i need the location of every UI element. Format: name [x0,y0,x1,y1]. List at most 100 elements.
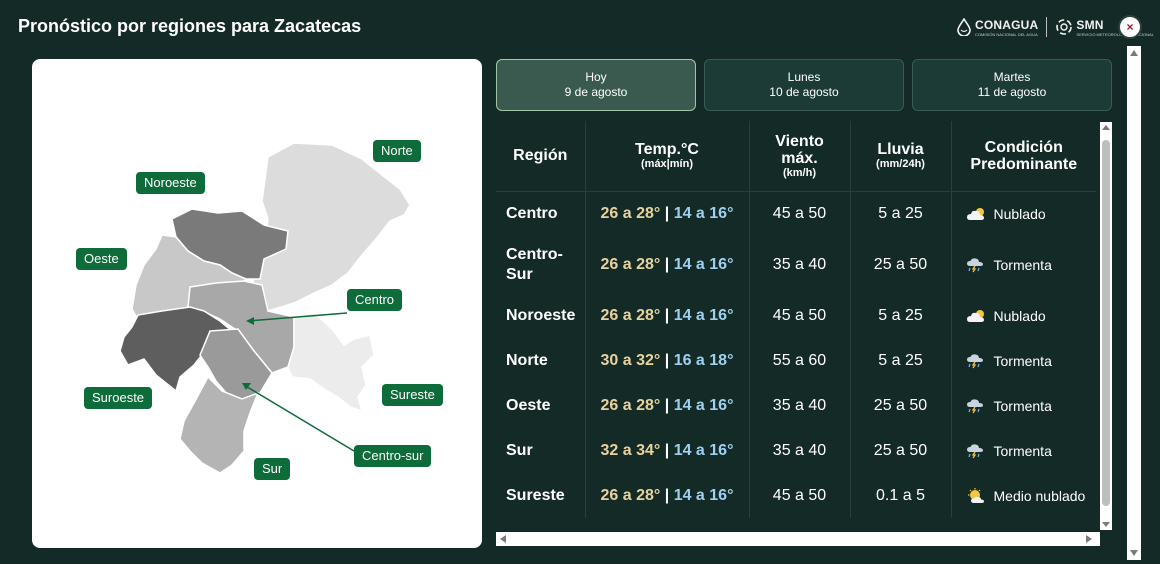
temp-cell: 26 a 28° | 14 a 16° [585,191,750,236]
condition-label: Tormenta [993,256,1052,273]
region-name: Sur [506,441,533,459]
temp-min: 16 a 18° [673,351,734,369]
temp-separator: | [660,486,674,504]
page-scrollbar[interactable] [1127,46,1141,560]
condition-label: Tormenta [993,442,1052,459]
rain-cell: 25 a 50 [850,428,952,473]
map-region-sureste[interactable] [287,312,375,413]
region-name: Centro- [506,245,563,263]
rain-cell: 5 a 25 [850,338,952,383]
map-label-sur[interactable]: Sur [254,458,291,480]
temp-min: 14 a 16° [673,441,734,459]
rain-cell: 0.1 a 5 [850,473,952,518]
region-name-line2: Sur [506,265,533,283]
scroll-left-arrow-icon[interactable] [500,535,506,543]
table-horizontal-scrollbar[interactable] [496,532,1100,546]
tab-date-label: 10 de agosto [769,85,839,99]
region-name: Sureste [506,486,565,504]
storm-icon [966,353,988,369]
storm-icon [966,443,988,459]
temp-min: 14 a 16° [673,306,734,324]
storm-icon [966,398,988,414]
table-row: Norte 30 a 32° | 16 a 18° 55 a 60 5 a 25 Tor… [496,338,1096,383]
table-row: Sur 32 a 34° | 14 a 16° 35 a 40 25 a 50 Torm… [496,428,1096,473]
region-cell: Sur [496,428,586,473]
logo-divider [1046,17,1048,37]
tab-martes[interactable]: Martes 11 de agosto [912,59,1112,111]
condition-cell: Tormenta [951,338,1096,383]
smn-swirl-icon [1056,19,1073,35]
table-vertical-scrollbar[interactable] [1100,122,1112,530]
temp-max: 26 a 28° [600,306,661,324]
condition-cell: Tormenta [951,383,1096,428]
scroll-up-arrow-icon[interactable] [1130,50,1138,56]
temp-max: 30 a 32° [600,351,661,369]
map-label-centro[interactable]: Centro [347,289,403,311]
table-row: Noroeste 26 a 28° | 14 a 16° 45 a 50 5 a 25… [496,293,1096,338]
scroll-right-arrow-icon[interactable] [1086,535,1092,543]
region-name: Norte [506,351,548,369]
table-header-row: Región Temp.°C (máx|mín) Viento máx. (km/h)… [496,121,1096,192]
map-label-suroeste[interactable]: Suroeste [84,387,153,409]
condition-label: Tormenta [993,352,1052,369]
wind-cell: 35 a 40 [749,383,851,428]
condition-label: Nublado [993,307,1046,324]
header-temp: Temp.°C (máx|mín) [585,121,750,192]
rain-cell: 25 a 50 [850,236,952,293]
condition-cell: Tormenta [951,428,1096,473]
wind-cell: 45 a 50 [749,293,851,338]
scroll-thumb[interactable] [1102,140,1110,506]
temp-min: 14 a 16° [673,396,734,414]
scroll-down-arrow-icon[interactable] [1130,550,1138,556]
temp-max: 26 a 28° [600,255,661,273]
sun-cloud-icon [966,487,988,504]
close-button[interactable]: × [1118,15,1142,39]
region-name: Centro [506,204,558,222]
temp-max: 26 a 28° [600,204,661,222]
temp-separator: | [660,204,674,222]
temp-cell: 26 a 28° | 14 a 16° [585,236,750,293]
wind-cell: 35 a 40 [749,428,851,473]
conagua-logo: CONAGUA COMISIÓN NACIONAL DEL AGUA [956,18,1038,37]
temp-cell: 32 a 34° | 14 a 16° [585,428,750,473]
region-cell: Centro [496,191,586,236]
tab-day-label: Lunes [787,70,821,84]
temp-min: 14 a 16° [673,486,734,504]
rain-cell: 5 a 25 [850,191,952,236]
condition-cell: Tormenta [951,236,1096,293]
region-cell: Sureste [496,473,586,518]
forecast-table: Región Temp.°C (máx|mín) Viento máx. (km/h)… [496,121,1096,518]
map-label-norte[interactable]: Norte [373,140,421,162]
scroll-up-arrow-icon[interactable] [1102,125,1110,130]
forecast-table-container: Región Temp.°C (máx|mín) Viento máx. (km/h)… [496,121,1113,548]
temp-cell: 26 a 28° | 14 a 16° [585,383,750,428]
header-region: Región [496,121,586,192]
region-cell: Noroeste [496,293,586,338]
temp-min: 14 a 16° [673,255,734,273]
tab-lunes[interactable]: Lunes 10 de agosto [704,59,904,111]
region-name: Noroeste [506,306,576,324]
table-row: Oeste 26 a 28° | 14 a 16° 35 a 40 25 a 50 To… [496,383,1096,428]
temp-separator: | [660,441,674,459]
map-region-norte[interactable] [251,142,411,312]
wind-cell: 45 a 50 [749,191,851,236]
scroll-down-arrow-icon[interactable] [1102,522,1110,527]
map-label-noroeste[interactable]: Noroeste [136,172,205,194]
rain-cell: 25 a 50 [850,383,952,428]
map-label-centro-sur[interactable]: Centro-sur [354,445,432,467]
partly-cloudy-icon [966,206,988,222]
condition-label: Tormenta [993,397,1052,414]
page-title: Pronóstico por regiones para Zacatecas [18,16,362,36]
table-row: Centro- Sur 26 a 28° | 14 a 16° 35 a 40 25 a… [496,236,1096,293]
temp-cell: 26 a 28° | 14 a 16° [585,293,750,338]
partly-cloudy-icon [966,308,988,324]
tab-day-label: Martes [993,70,1031,84]
header-condition: Condición Predominante [951,121,1096,192]
temp-separator: | [660,351,674,369]
tab-hoy[interactable]: Hoy 9 de agosto [496,59,696,111]
map-label-sureste[interactable]: Sureste [382,384,443,406]
tab-date-label: 11 de agosto [977,85,1047,99]
region-cell: Norte [496,338,586,383]
temp-max: 32 a 34° [600,441,661,459]
map-label-oeste[interactable]: Oeste [76,248,127,270]
